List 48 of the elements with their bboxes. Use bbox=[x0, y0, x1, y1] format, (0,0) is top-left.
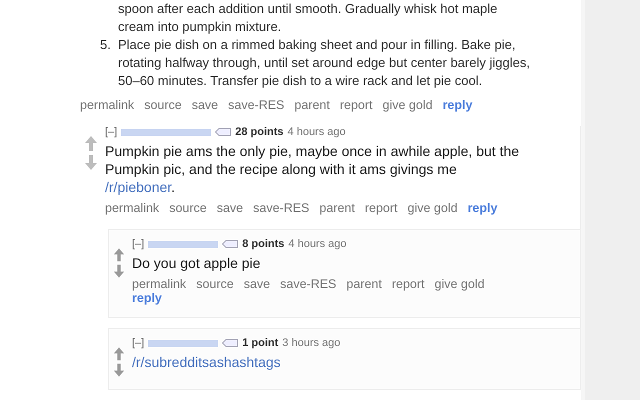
timestamp: 4 hours ago bbox=[288, 126, 346, 138]
action-link[interactable]: permalink bbox=[132, 277, 186, 291]
action-link[interactable]: report bbox=[340, 98, 373, 112]
vote-arrows-icon[interactable] bbox=[113, 248, 125, 278]
recipe-step-text: spoon after each addition until smooth. Gradually whisk hot maple cream into pumpkin mixture. bbox=[118, 0, 498, 36]
action-link[interactable]: source bbox=[169, 201, 207, 215]
recipe-step-text: Place pie dish on a rimmed baking sheet and pour in filling. Bake pie, rotating halfway through, until set around edge but center barely jiggles, 50–60 minutes. Transfer pie dish to a wire rack and let pie cool. bbox=[118, 36, 531, 90]
reply-link[interactable]: reply bbox=[468, 201, 498, 215]
comment-text: Do you got apple pie bbox=[132, 254, 262, 272]
collapse-toggle[interactable]: [–] bbox=[132, 337, 144, 349]
vote-arrows-icon[interactable] bbox=[84, 136, 98, 170]
action-link[interactable]: save bbox=[244, 277, 270, 291]
score: 1 point bbox=[242, 337, 278, 349]
score: 8 points bbox=[242, 238, 284, 250]
action-link[interactable]: parent bbox=[294, 98, 330, 112]
action-link[interactable]: give gold bbox=[408, 201, 458, 215]
reply-link[interactable]: reply bbox=[442, 98, 472, 112]
action-link[interactable]: permalink bbox=[105, 201, 160, 215]
action-link[interactable]: parent bbox=[319, 201, 355, 215]
timestamp: 3 hours ago bbox=[282, 337, 340, 349]
tag-icon bbox=[222, 339, 238, 347]
action-link[interactable]: save-RES bbox=[228, 98, 284, 112]
reply-link[interactable]: reply bbox=[132, 291, 162, 305]
collapse-toggle[interactable]: [–] bbox=[105, 126, 118, 138]
redacted-username bbox=[148, 340, 218, 346]
action-link[interactable]: save-RES bbox=[280, 277, 336, 291]
subreddit-link[interactable]: /r/pieboner bbox=[105, 179, 172, 195]
action-link[interactable]: source bbox=[144, 98, 182, 112]
tag-icon bbox=[222, 240, 238, 248]
score: 28 points bbox=[235, 126, 284, 138]
action-link[interactable]: source bbox=[196, 277, 234, 291]
action-link[interactable]: save bbox=[216, 201, 244, 215]
action-link[interactable]: give gold bbox=[434, 277, 485, 291]
subreddit-link[interactable]: /r/subredditsashashtags bbox=[132, 354, 281, 370]
list-number: 5. bbox=[100, 37, 111, 52]
action-link[interactable]: save-RES bbox=[253, 201, 310, 215]
collapse-toggle[interactable]: [–] bbox=[132, 238, 144, 250]
action-link[interactable]: parent bbox=[346, 277, 382, 291]
tag-icon bbox=[215, 128, 232, 136]
action-link[interactable]: give gold bbox=[382, 98, 433, 112]
action-link[interactable]: permalink bbox=[80, 98, 134, 112]
action-link[interactable]: report bbox=[364, 201, 398, 215]
action-link[interactable]: report bbox=[392, 277, 425, 291]
redacted-username bbox=[148, 240, 218, 248]
comment-text: Pumpkin pie ams the only pie, maybe once in awhile apple, but the Pumpkin pic, and the recipe along with it ams givings me /r/pieboner. bbox=[105, 142, 520, 196]
vote-arrows-icon[interactable] bbox=[113, 347, 125, 377]
timestamp: 4 hours ago bbox=[288, 238, 347, 250]
action-link[interactable]: save bbox=[192, 98, 218, 112]
